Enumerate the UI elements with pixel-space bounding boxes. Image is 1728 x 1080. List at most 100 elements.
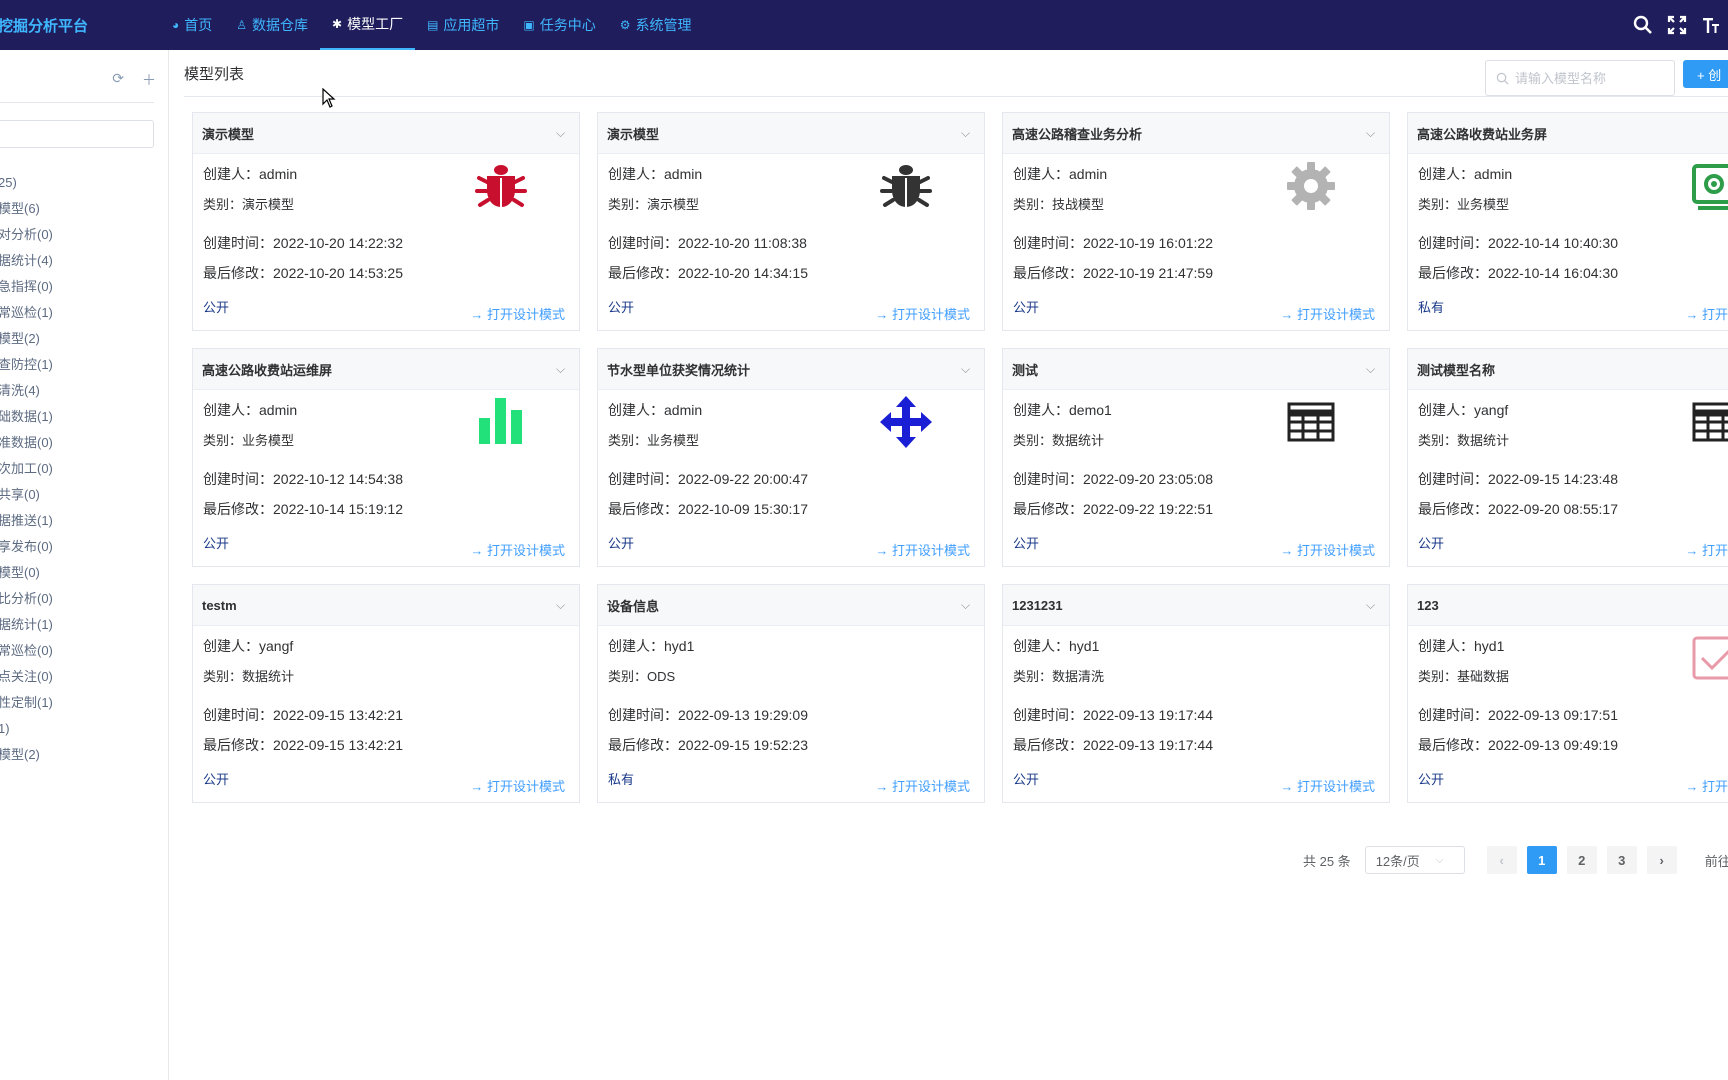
open-design-mode-link[interactable]: → 打开设计模式	[1685, 776, 1728, 795]
model-card[interactable]: 测试模型名称 ⌵ 创建人：yangf 类别：数据统计 创建时间：2022-09-…	[1407, 348, 1728, 567]
tree-item[interactable]: 对分析(0)	[0, 222, 53, 248]
search-icon[interactable]	[1626, 15, 1660, 35]
model-card[interactable]: 高速公路收费站运维屏 ⌵ 创建人：admin 类别：业务模型 创建时间：2022…	[192, 348, 580, 567]
chevron-down-icon[interactable]: ⌵	[961, 598, 975, 613]
category-value: 数据统计	[242, 669, 295, 684]
nav-item-model-factory[interactable]: ✱ 模型工厂	[320, 0, 416, 50]
tree-item[interactable]: 据统计(1)	[0, 612, 53, 638]
open-design-mode-link[interactable]: → 打开设计模式	[875, 304, 970, 323]
page-button[interactable]: 1	[1526, 846, 1557, 874]
modified-row: 最后修改：2022-09-22 19:22:51	[1013, 499, 1213, 519]
model-card[interactable]: 测试 ⌵ 创建人：demo1 类别：数据统计 创建时间：2022-09-20 2…	[1002, 348, 1390, 567]
open-design-mode-link[interactable]: → 打开设计模式	[470, 776, 565, 795]
category-row: 类别：业务模型	[203, 430, 294, 449]
chevron-down-icon[interactable]: ⌵	[556, 598, 570, 613]
open-design-mode-link[interactable]: → 打开设计模式	[1280, 540, 1375, 559]
tree-item[interactable]: 性定制(1)	[0, 690, 53, 716]
creator-label: 创建人：	[1013, 402, 1069, 418]
nav-item-home[interactable]: ◕ 首页	[160, 0, 224, 50]
tree-item[interactable]: 常巡检(1)	[0, 300, 53, 326]
open-design-mode-link[interactable]: → 打开设计模式	[1280, 776, 1375, 795]
page-button[interactable]: 2	[1566, 846, 1597, 874]
tree-item[interactable]: 1)	[0, 716, 53, 742]
chevron-down-icon[interactable]: ⌵	[961, 362, 975, 377]
model-card[interactable]: 演示模型 ⌵ 创建人：admin 类别：演示模型 创建时间：2022-10-20…	[597, 112, 985, 331]
tree-item[interactable]: 次加工(0)	[0, 456, 53, 482]
open-design-mode-link[interactable]: → 打开设计模式	[875, 776, 970, 795]
fullscreen-icon[interactable]	[1660, 15, 1694, 35]
model-search-box[interactable]	[1485, 60, 1675, 96]
chevron-down-icon[interactable]: ⌵	[961, 126, 975, 141]
visibility-label: 公开	[1418, 772, 1445, 787]
tree-item[interactable]: 准数据(0)	[0, 430, 53, 456]
category-label: 类别：	[1418, 433, 1458, 448]
tree-item[interactable]: 础数据(1)	[0, 404, 53, 430]
model-search-input[interactable]	[1515, 70, 1665, 86]
creator-value: hyd1	[1474, 638, 1505, 654]
chevron-down-icon[interactable]: ⌵	[556, 362, 570, 377]
open-design-mode-link[interactable]: → 打开设计模式	[1685, 304, 1728, 323]
table-icon	[1283, 394, 1339, 450]
modified-row: 最后修改：2022-10-19 21:47:59	[1013, 263, 1213, 283]
create-model-button[interactable]: + 创	[1683, 60, 1728, 88]
modified-value: 2022-10-19 21:47:59	[1083, 265, 1213, 281]
next-page-button[interactable]: ›	[1646, 846, 1677, 874]
nav-item-system[interactable]: ⚙ 系统管理	[608, 0, 704, 50]
tree-item[interactable]: 查防控(1)	[0, 352, 53, 378]
category-row: 类别：业务模型	[1418, 194, 1509, 213]
tree-item[interactable]: 模型(0)	[0, 560, 53, 586]
modified-value: 2022-10-14 16:04:30	[1488, 265, 1618, 281]
tree-item[interactable]: 模型(2)	[0, 742, 53, 768]
model-card[interactable]: 1231231 ⌵ 创建人：hyd1 类别：数据清洗 创建时间：2022-09-…	[1002, 584, 1390, 803]
chevron-down-icon[interactable]: ⌵	[1366, 362, 1380, 377]
model-card[interactable]: 高速公路收费站业务屏 ⌵ 创建人：admin 类别：业务模型 创建时间：2022…	[1407, 112, 1728, 331]
model-card[interactable]: 123 ⌵ 创建人：hyd1 类别：基础数据 创建时间：2022-09-13 0…	[1407, 584, 1728, 803]
card-body: 创建人：admin 类别：业务模型 创建时间：2022-09-22 20:00:…	[598, 390, 984, 567]
card-header: 高速公路收费站业务屏 ⌵	[1408, 113, 1728, 154]
nav-item-data-warehouse[interactable]: ♙ 数据仓库	[224, 0, 320, 50]
tree-item[interactable]: 享发布(0)	[0, 534, 53, 560]
chevron-down-icon[interactable]: ⌵	[1366, 126, 1380, 141]
created-label: 创建时间：	[203, 471, 273, 487]
open-design-mode-link[interactable]: → 打开设计模式	[875, 540, 970, 559]
model-card[interactable]: 高速公路稽查业务分析 ⌵ 创建人：admin 类别：技战模型 创建时间：2022…	[1002, 112, 1390, 331]
model-card[interactable]: 节水型单位获奖情况统计 ⌵ 创建人：admin 类别：业务模型 创建时间：202…	[597, 348, 985, 567]
tree-item[interactable]: 比分析(0)	[0, 586, 53, 612]
tree-item[interactable]: 常巡检(0)	[0, 638, 53, 664]
open-design-mode-link[interactable]: → 打开设计模式	[470, 304, 565, 323]
tree-item[interactable]: 据推送(1)	[0, 508, 53, 534]
tree-item[interactable]: 清洗(4)	[0, 378, 53, 404]
arrow-right-icon: →	[470, 307, 487, 322]
tree-item[interactable]: 点关注(0)	[0, 664, 53, 690]
model-card[interactable]: 设备信息 ⌵ 创建人：hyd1 类别：ODS 创建时间：2022-09-13 1…	[597, 584, 985, 803]
nav-item-task-center[interactable]: ▣ 任务中心	[511, 0, 607, 50]
category-value: 技战模型	[1052, 197, 1105, 212]
page-button[interactable]: 3	[1606, 846, 1637, 874]
chevron-down-icon[interactable]: ⌵	[556, 126, 570, 141]
created-row: 创建时间：2022-09-20 23:05:08	[1013, 469, 1213, 489]
modified-value: 2022-10-14 15:19:12	[273, 501, 403, 517]
card-body: 创建人：yangf 类别：数据统计 创建时间：2022-09-15 14:23:…	[1408, 390, 1728, 567]
sidebar-filter-input[interactable]	[0, 120, 154, 148]
add-icon[interactable]: ＋	[142, 70, 156, 90]
open-design-mode-link[interactable]: → 打开设计模式	[1280, 304, 1375, 323]
prev-page-button[interactable]: ‹	[1486, 846, 1517, 874]
open-design-mode-link[interactable]: → 打开设计模式	[1685, 540, 1728, 559]
tree-item[interactable]: 模型(2)	[0, 326, 53, 352]
tree-item[interactable]: 模型(6)	[0, 196, 53, 222]
nav-item-app-market[interactable]: ▤ 应用超市	[415, 0, 511, 50]
font-size-icon[interactable]	[1694, 15, 1728, 35]
refresh-icon[interactable]: ⟳	[112, 70, 124, 90]
open-design-mode-link[interactable]: → 打开设计模式	[470, 540, 565, 559]
tree-item[interactable]: 25)	[0, 170, 53, 196]
page-size-select[interactable]: 12条/页 ⌵	[1364, 846, 1465, 874]
tree-item[interactable]: 据统计(4)	[0, 248, 53, 274]
chevron-down-icon[interactable]: ⌵	[1366, 598, 1380, 613]
tree-item[interactable]: 急指挥(0)	[0, 274, 53, 300]
modified-value: 2022-09-13 19:17:44	[1083, 737, 1213, 753]
arrow-right-icon: →	[875, 543, 892, 558]
tree-item[interactable]: 共享(0)	[0, 482, 53, 508]
open-link-label: 打开设计模式	[486, 543, 565, 558]
model-card[interactable]: testm ⌵ 创建人：yangf 类别：数据统计 创建时间：2022-09-1…	[192, 584, 580, 803]
model-card[interactable]: 演示模型 ⌵ 创建人：admin 类别：演示模型 创建时间：2022-10-20…	[192, 112, 580, 331]
